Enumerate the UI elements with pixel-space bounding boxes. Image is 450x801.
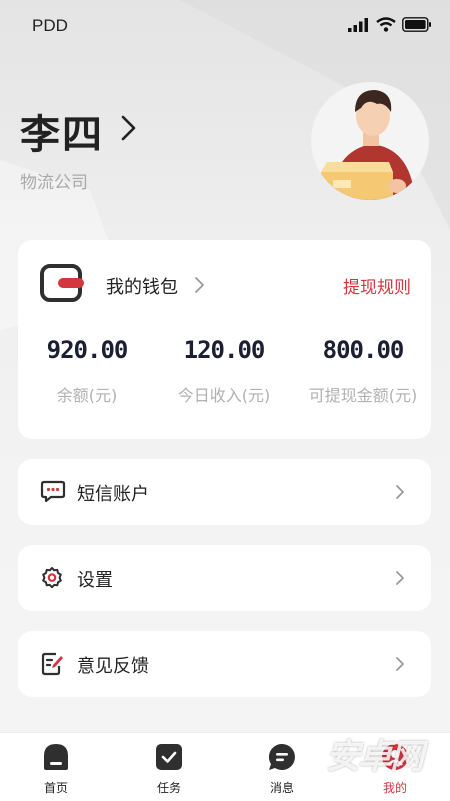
courier-illustration	[321, 90, 415, 200]
message-icon	[268, 743, 295, 770]
settings-icon	[42, 567, 62, 589]
tab-home[interactable]: 首页	[0, 733, 112, 801]
withdrawable-value: 800.00	[322, 336, 405, 364]
chevron-right-icon	[396, 571, 404, 585]
status-bar: PDD	[0, 0, 450, 52]
menu-label: 设置	[77, 570, 113, 591]
withdraw-rules-link[interactable]: 提现规则	[343, 273, 411, 298]
tab-label: 我的	[382, 781, 407, 795]
today-income-value: 120.00	[183, 336, 266, 364]
tab-label: 首页	[43, 781, 68, 795]
profile-header[interactable]: 李四 物流公司	[0, 82, 450, 220]
bottom-tab-bar: 首页 任务 消息 我的	[0, 732, 450, 801]
feedback-icon	[41, 652, 63, 676]
today-income-stat: 120.00 今日收入(元)	[155, 336, 293, 406]
withdrawable-stat: 800.00 可提现金额(元)	[294, 336, 432, 406]
menu-item-sms-account[interactable]: 短信账户	[18, 459, 431, 525]
wallet-icon	[40, 264, 84, 302]
sms-icon	[40, 480, 66, 503]
wifi-icon	[376, 17, 396, 32]
withdrawable-label: 可提现金额(元)	[308, 386, 418, 405]
menu-label: 意见反馈	[77, 656, 149, 677]
profile-icon	[382, 744, 408, 770]
tab-profile[interactable]: 我的	[339, 733, 450, 801]
menu-label: 短信账户	[77, 484, 149, 505]
balance-stat: 920.00 余额(元)	[18, 336, 156, 406]
task-icon	[156, 744, 182, 770]
home-icon	[44, 744, 68, 770]
user-name[interactable]: 李四	[20, 102, 104, 160]
company-name: 物流公司	[20, 173, 88, 193]
tab-label: 任务	[156, 781, 181, 795]
chevron-right-icon[interactable]	[194, 276, 206, 294]
tab-tasks[interactable]: 任务	[113, 733, 225, 801]
signal-icon	[348, 17, 368, 32]
chevron-right-icon	[396, 657, 404, 671]
chevron-right-icon	[396, 485, 404, 499]
today-income-label: 今日收入(元)	[177, 386, 271, 405]
carrier-label: PDD	[32, 16, 68, 35]
chevron-right-icon[interactable]	[120, 114, 138, 142]
menu-item-feedback[interactable]: 意见反馈	[18, 631, 431, 697]
balance-value: 920.00	[46, 336, 129, 364]
tab-label: 消息	[269, 781, 294, 795]
avatar[interactable]	[311, 82, 429, 200]
tab-messages[interactable]: 消息	[226, 733, 338, 801]
battery-icon	[402, 17, 431, 32]
menu-item-settings[interactable]: 设置	[18, 545, 431, 611]
balance-label: 余额(元)	[56, 386, 118, 405]
wallet-card: 我的钱包 提现规则 920.00 余额(元) 120.00 今日收入(元) 80…	[18, 240, 431, 439]
wallet-title[interactable]: 我的钱包	[106, 273, 178, 299]
